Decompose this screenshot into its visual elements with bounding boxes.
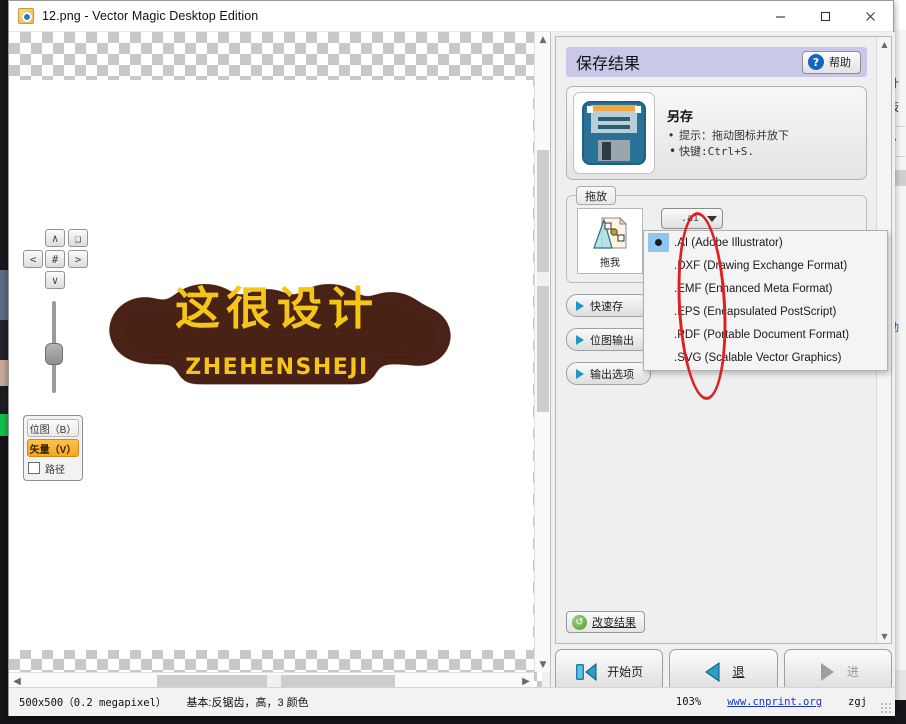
save-as-card[interactable]: 另存 提示：拖动图标并放下 快键:Ctrl+S. <box>566 86 867 180</box>
change-result-button[interactable]: ↺ 改变结果 <box>566 611 645 633</box>
status-zoom: 103% <box>676 696 701 708</box>
zoom-slider-handle[interactable] <box>45 343 63 365</box>
canvas-horizontal-scrollbar[interactable]: ◀ ▶ <box>9 672 534 688</box>
forward-label: 进 <box>847 663 859 680</box>
format-combobox-value: .ai <box>681 213 699 224</box>
pan-down-button[interactable]: ∨ <box>45 271 65 289</box>
horizontal-scroll-thumb[interactable] <box>157 675 395 687</box>
pan-up-button[interactable]: ∧ <box>45 229 65 247</box>
window-controls <box>758 1 893 32</box>
pan-center-button[interactable]: # <box>45 250 65 268</box>
chevron-down-icon[interactable] <box>707 216 717 222</box>
svg-text:ZHEHENSHEJI: ZHEHENSHEJI <box>185 355 368 380</box>
window-title: 12.png - Vector Magic Desktop Edition <box>42 9 258 23</box>
mode-vector-button[interactable]: 矢量（V） <box>27 439 79 457</box>
drag-vector-file-icon <box>590 214 630 252</box>
screen: i 计 板 > 1 动 12.png - Vector Magic Deskto… <box>0 0 906 724</box>
triangle-right-icon <box>576 369 584 379</box>
save-as-bullet: 提示：拖动图标并放下 <box>667 128 789 144</box>
bitmap-output-button[interactable]: 位图输出 <box>566 328 651 351</box>
path-checkbox[interactable] <box>28 462 40 474</box>
save-as-title: 另存 <box>667 106 789 125</box>
status-right-group: 103% www.cnprint.org zgj <box>676 696 895 708</box>
status-dimensions: 500x500（0.2 megapixel） <box>9 695 176 710</box>
dropdown-item-emf[interactable]: .EMF (Enhanced Meta Format) <box>644 277 887 300</box>
minimize-button[interactable] <box>758 1 803 32</box>
back-arrow-icon <box>702 661 722 683</box>
save-as-bullets: 提示：拖动图标并放下 快键:Ctrl+S. <box>667 128 789 160</box>
panel-header: 保存结果 ? 帮助 <box>566 47 867 77</box>
bitmap-output-label: 位图输出 <box>590 332 634 348</box>
view-mode-box[interactable]: 位图（B） 矢量（V） 路径 <box>23 415 83 481</box>
dropdown-item-label: .DXF (Drawing Exchange Format) <box>674 260 847 272</box>
status-bar: 500x500（0.2 megapixel） 基本:反锯齿，高，3 颜色 103… <box>9 687 895 716</box>
dropdown-item-pdf[interactable]: .PDF (Portable Document Format) <box>644 323 887 346</box>
start-page-label: 开始页 <box>607 663 643 680</box>
output-options-label: 输出选项 <box>590 366 634 382</box>
drag-drop-legend: 拖放 <box>576 186 616 205</box>
vertical-scroll-thumb[interactable] <box>537 150 549 412</box>
status-quality: 基本:反锯齿，高，3 颜色 <box>176 694 318 710</box>
dropdown-item-label: .EMF (Enhanced Meta Format) <box>674 283 833 295</box>
drag-me-tile[interactable]: 拖我 <box>577 208 643 274</box>
change-result-label: 改变结果 <box>592 614 636 630</box>
panel-scroll-down-icon[interactable]: ▼ <box>877 629 892 643</box>
mode-path-checkbox-row[interactable]: 路径 <box>27 459 79 477</box>
fit-to-window-button[interactable]: ❑ <box>68 229 88 247</box>
dropdown-item-label: .SVG (Scalable Vector Graphics) <box>674 352 841 364</box>
scroll-down-icon[interactable]: ▼ <box>535 657 551 672</box>
help-button[interactable]: ? 帮助 <box>802 51 861 74</box>
pan-right-button[interactable]: > <box>68 250 88 268</box>
drag-me-label: 拖我 <box>600 254 620 269</box>
dropdown-item-label: .PDF (Portable Document Format) <box>674 329 849 341</box>
status-link[interactable]: www.cnprint.org <box>727 696 822 708</box>
pan-left-button[interactable]: < <box>23 250 43 268</box>
mode-bitmap-button[interactable]: 位图（B） <box>27 419 79 437</box>
dropdown-item-svg[interactable]: .SVG (Scalable Vector Graphics) <box>644 346 887 369</box>
start-page-icon <box>575 662 597 682</box>
dropdown-item-label: .AI (Adobe Illustrator) <box>674 237 783 249</box>
selected-radio-icon <box>648 233 669 252</box>
logo-artwork: 这很设计 ZHEHENSHEJI <box>99 272 454 392</box>
format-combobox[interactable]: .ai <box>661 208 723 229</box>
quick-save-button[interactable]: 快速存 <box>566 294 651 317</box>
resize-grip-icon[interactable] <box>880 702 891 713</box>
save-as-bullet: 快键:Ctrl+S. <box>667 144 789 160</box>
app-icon <box>18 8 34 24</box>
forward-arrow-icon <box>817 661 837 683</box>
svg-text:这很设计: 这很设计 <box>175 282 379 335</box>
back-label: 退 <box>732 663 744 680</box>
floppy-disk-icon <box>580 99 648 167</box>
triangle-right-icon <box>576 301 584 311</box>
zoom-slider[interactable] <box>45 301 63 393</box>
mode-path-label: 路径 <box>45 461 65 476</box>
scroll-up-icon[interactable]: ▲ <box>535 32 551 47</box>
panel-title: 保存结果 <box>576 50 640 74</box>
status-user: zgj <box>848 696 867 708</box>
help-icon: ? <box>808 54 824 70</box>
canvas-vertical-scrollbar[interactable]: ▲ ▼ <box>534 32 550 672</box>
format-dropdown-list[interactable]: .AI (Adobe Illustrator) .DXF (Drawing Ex… <box>643 230 888 371</box>
image-canvas[interactable]: 这很设计 ZHEHENSHEJI <box>9 32 542 687</box>
triangle-right-icon <box>576 335 584 345</box>
save-as-info: 另存 提示：拖动图标并放下 快键:Ctrl+S. <box>667 106 789 160</box>
refresh-icon: ↺ <box>572 615 587 630</box>
dropdown-item-dxf[interactable]: .DXF (Drawing Exchange Format) <box>644 254 887 277</box>
panel-scroll-up-icon[interactable]: ▲ <box>877 37 892 51</box>
close-button[interactable] <box>848 1 893 32</box>
maximize-button[interactable] <box>803 1 848 32</box>
dropdown-item-eps[interactable]: .EPS (Encapsulated PostScript) <box>644 300 887 323</box>
pan-control-pad[interactable]: ∧ ❑ < # > ∨ <box>23 229 89 289</box>
dropdown-item-ai[interactable]: .AI (Adobe Illustrator) <box>644 231 887 254</box>
titlebar: 12.png - Vector Magic Desktop Edition <box>9 1 893 32</box>
help-label: 帮助 <box>829 54 851 70</box>
dropdown-item-label: .EPS (Encapsulated PostScript) <box>674 306 836 318</box>
output-options-button[interactable]: 输出选项 <box>566 362 651 385</box>
floppy-icon-frame[interactable] <box>573 92 655 174</box>
quick-save-label: 快速存 <box>590 298 623 314</box>
